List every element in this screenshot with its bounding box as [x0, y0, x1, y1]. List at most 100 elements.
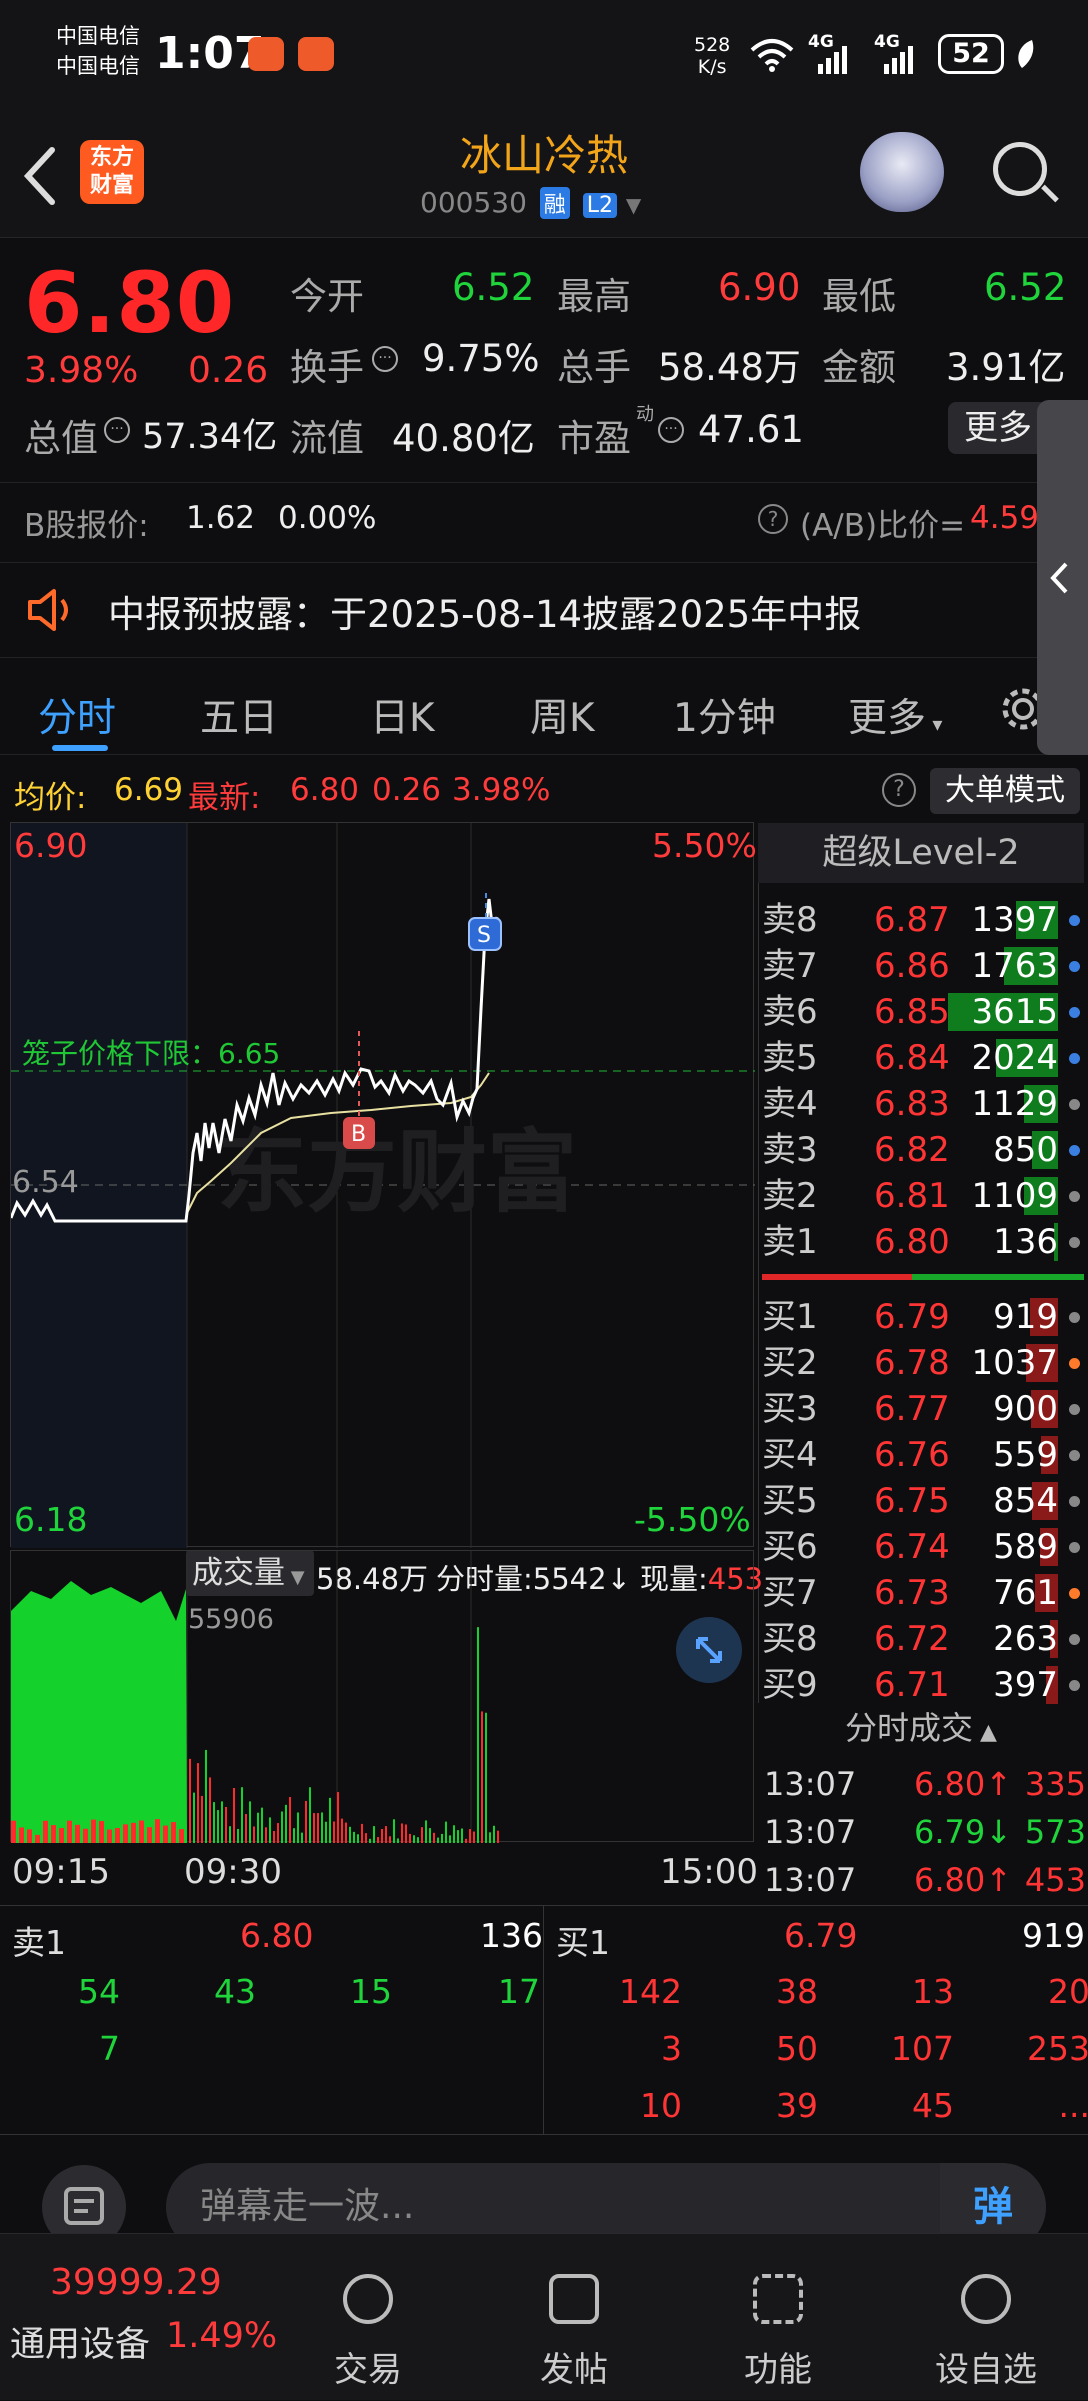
tab-daily-k[interactable]: 日K: [370, 687, 435, 743]
volume-bar: [67, 1820, 72, 1843]
volume-bar: [305, 1800, 307, 1843]
depth-buy-order: 50: [776, 2029, 818, 2068]
nav-trade[interactable]: 交易: [298, 2274, 438, 2391]
help-icon[interactable]: ?: [882, 773, 916, 807]
volume-bar: [217, 1810, 219, 1843]
intraday-chart[interactable]: 东方财富 B S: [9, 822, 755, 1548]
volume-bar: [27, 1829, 32, 1843]
nav-post[interactable]: 发帖: [504, 2274, 644, 2391]
help-icon[interactable]: ?: [758, 504, 788, 534]
latest-pct: 3.98%: [452, 772, 551, 808]
info-icon[interactable]: ···: [104, 417, 130, 443]
tab-5day[interactable]: 五日: [200, 687, 278, 743]
volume-bar: [381, 1828, 383, 1843]
change-percent: 3.98%: [24, 350, 139, 391]
orderbook-row-sell[interactable]: 卖5 6.84 2024: [762, 1035, 1088, 1081]
order-type-dot: [1069, 1191, 1080, 1202]
tick-trades-header[interactable]: 分时成交 ▲: [758, 1703, 1084, 1755]
nav-functions[interactable]: 功能: [708, 2274, 848, 2391]
orderbook-row-sell[interactable]: 卖1 6.80 136: [762, 1219, 1088, 1265]
tick-time: 13:07: [764, 1765, 857, 1803]
orderbook-row-buy[interactable]: 买3 6.77 900: [762, 1386, 1088, 1432]
depth-sell-total: 136: [480, 1916, 543, 1955]
depth-sell-order: 15: [350, 1972, 392, 2011]
volume-bar: [229, 1826, 231, 1843]
tab-weekly-k[interactable]: 周K: [530, 687, 595, 743]
volume-chart-svg: [11, 1551, 499, 1843]
intraday-chart-svg: 东方财富 B S: [9, 823, 755, 1548]
volume-chart[interactable]: [10, 1550, 754, 1843]
info-icon[interactable]: ···: [372, 346, 398, 372]
orderbook-row-sell[interactable]: 卖3 6.82 850: [762, 1127, 1088, 1173]
battery-indicator: 52: [938, 34, 1004, 74]
orderbook-row-buy[interactable]: 买7 6.73 761: [762, 1570, 1088, 1616]
volume-bar: [321, 1812, 323, 1843]
orderbook-level-label: 卖7: [762, 946, 818, 986]
orderbook-price: 6.87: [874, 900, 950, 940]
assistant-robot-icon[interactable]: [860, 132, 944, 212]
nav-add-watchlist-label: 设自选: [935, 2350, 1037, 2390]
order-type-dot: [1069, 1053, 1080, 1064]
volume-peak: 55906: [188, 1604, 274, 1635]
orderbook-row-sell[interactable]: 卖7 6.86 1763: [762, 943, 1088, 989]
search-icon[interactable]: [993, 142, 1047, 196]
volume-bar: [205, 1749, 207, 1843]
more-button[interactable]: 更多: [948, 402, 1048, 454]
divider: [0, 482, 1088, 483]
orderbook-volume: 2024: [971, 1038, 1058, 1078]
volume-bar: [361, 1823, 363, 1843]
depth-buy-order: 45: [912, 2086, 954, 2125]
orderbook-row-sell[interactable]: 卖6 6.85 3615: [762, 989, 1088, 1035]
b-share-price: 1.62: [186, 500, 256, 536]
tab-more[interactable]: 更多 ▾: [848, 687, 942, 743]
depth-buy-order: 253: [1027, 2029, 1088, 2068]
volume-bar: [285, 1804, 287, 1843]
orderbook-price: 6.71: [874, 1665, 950, 1705]
orderbook-volume: 1763: [971, 946, 1058, 986]
ab-ratio-value: 4.59: [970, 500, 1040, 536]
orderbook-row-buy[interactable]: 买8 6.72 263: [762, 1616, 1088, 1662]
time-start: 09:15: [12, 1852, 110, 1892]
order-type-dot: [1069, 1237, 1080, 1248]
open-label: 今开: [290, 275, 364, 318]
index-ticker[interactable]: 39999.29 通用设备 1.49%: [0, 2234, 300, 2401]
dropdown-icon: ▾: [926, 712, 943, 736]
volume-bar: [333, 1821, 335, 1843]
orderbook-level-label: 卖6: [762, 992, 818, 1032]
orderbook-row-sell[interactable]: 卖8 6.87 1397: [762, 897, 1088, 943]
orderbook-title[interactable]: 超级Level-2: [758, 823, 1084, 883]
order-type-dot: [1069, 915, 1080, 926]
orderbook-row-buy[interactable]: 买2 6.78 1037: [762, 1340, 1088, 1386]
orderbook-volume: 761: [993, 1573, 1058, 1613]
orderbook-row-buy[interactable]: 买9 6.71 397: [762, 1662, 1088, 1708]
carrier-1: 中国电信: [56, 24, 140, 48]
volume-bar: [75, 1824, 80, 1843]
info-icon[interactable]: ···: [658, 417, 684, 443]
orderbook-price: 6.76: [874, 1435, 950, 1475]
index-pct: 1.49%: [166, 2316, 278, 2356]
orderbook-row-buy[interactable]: 买6 6.74 589: [762, 1524, 1088, 1570]
nav-functions-label: 功能: [744, 2350, 812, 2390]
tab-intraday[interactable]: 分时: [38, 687, 116, 743]
orderbook-level-label: 买8: [762, 1619, 818, 1659]
volume-bar: [461, 1828, 463, 1843]
volume-value: 58.48万: [658, 346, 801, 389]
time-end: 15:00: [660, 1852, 758, 1892]
low-label: 最低: [822, 275, 896, 318]
depth-buy-order: 20: [1048, 1972, 1088, 2011]
tab-1min[interactable]: 1分钟: [673, 687, 776, 743]
orderbook-price: 6.72: [874, 1619, 950, 1659]
orderbook-row-buy[interactable]: 买5 6.75 854: [762, 1478, 1088, 1524]
orderbook-row-buy[interactable]: 买1 6.79 919: [762, 1294, 1088, 1340]
avg-label: 均价:: [14, 780, 87, 816]
expand-icon[interactable]: [676, 1617, 742, 1683]
volume-bar: [209, 1777, 211, 1843]
big-order-mode-button[interactable]: 大单模式: [930, 768, 1080, 814]
yen-icon: [343, 2274, 393, 2324]
orderbook-row-sell[interactable]: 卖4 6.83 1129: [762, 1081, 1088, 1127]
nav-add-watchlist[interactable]: 设自选: [916, 2274, 1056, 2391]
orderbook-row-sell[interactable]: 卖2 6.81 1109: [762, 1173, 1088, 1219]
orderbook-row-buy[interactable]: 买4 6.76 559: [762, 1432, 1088, 1478]
mktcap-label: 总值: [24, 417, 98, 460]
stock-code-row[interactable]: 000530 融 L2 ▼: [420, 186, 641, 219]
